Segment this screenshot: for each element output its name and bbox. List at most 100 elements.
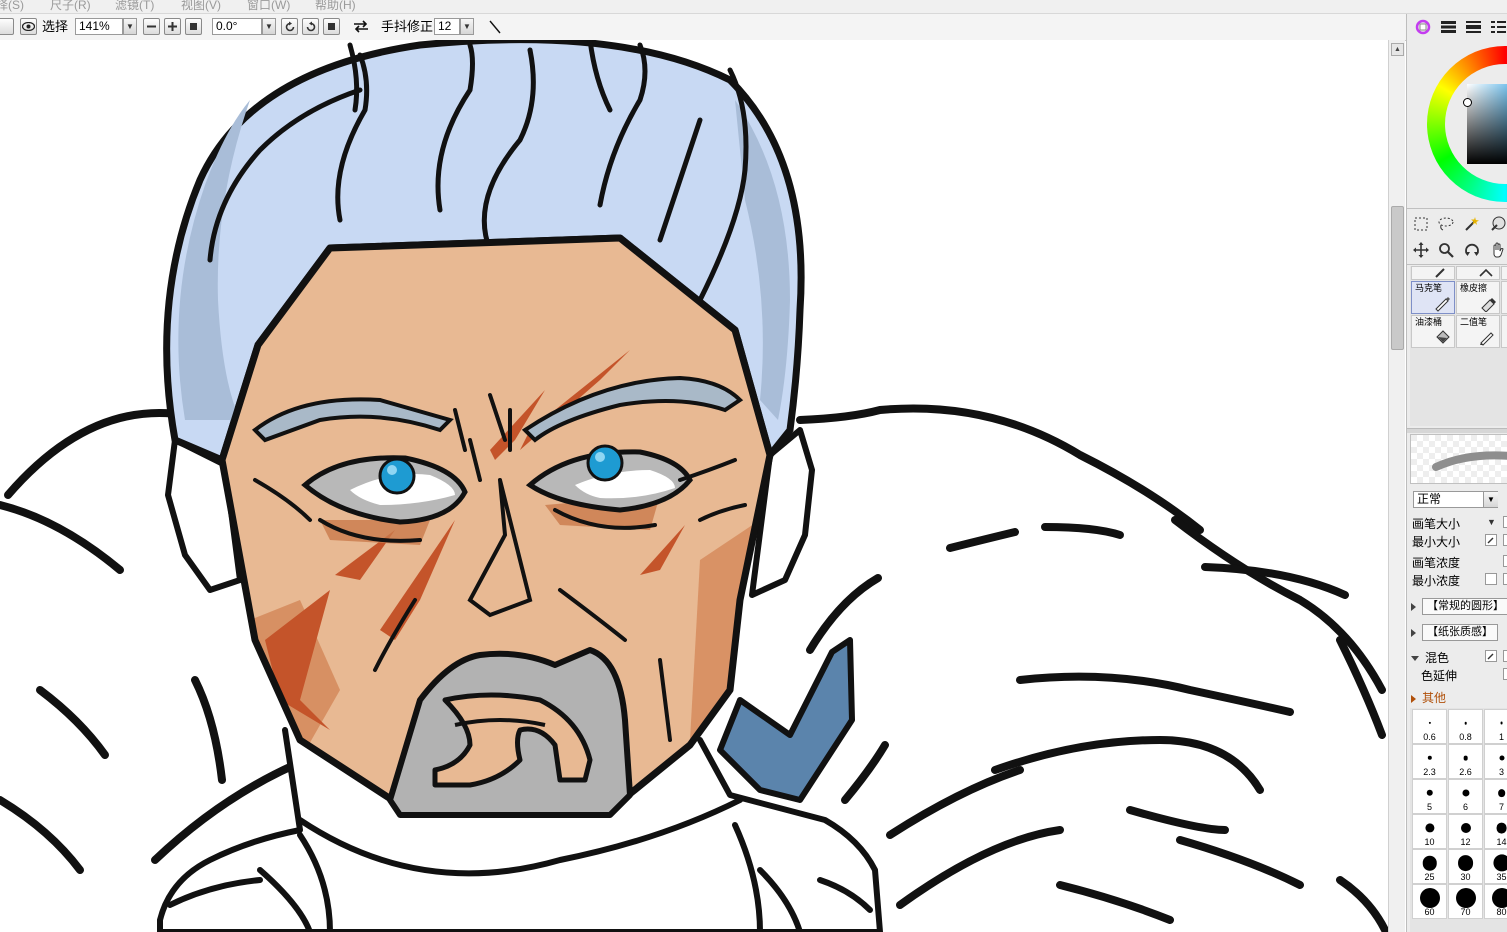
brush-marker[interactable]: 马克笔 [1411, 281, 1455, 314]
brush-size-option[interactable]: 7 [1484, 779, 1507, 814]
panel-splitter[interactable] [1407, 428, 1507, 433]
brush-size-option[interactable]: 3 [1484, 744, 1507, 779]
rgb-sliders-tab-icon[interactable] [1439, 18, 1457, 36]
scroll-up-icon[interactable]: ▲ [1391, 43, 1404, 56]
drawing-canvas[interactable] [0, 40, 1388, 932]
color-extend-field[interactable] [1503, 668, 1507, 680]
binary-pen-icon [1480, 332, 1494, 346]
brush-eraser[interactable]: 橡皮擦 [1456, 281, 1500, 314]
mix-row: 混色 [1411, 649, 1449, 666]
blend-mode-dropdown-icon[interactable]: ▼ [1483, 492, 1498, 507]
brush-size-dropdown-icon[interactable]: ▼ [1487, 517, 1496, 527]
brush-size-option[interactable]: 70 [1448, 884, 1483, 919]
brush-size-option[interactable]: 6 [1448, 779, 1483, 814]
menu-view[interactable]: 视图(V) [181, 0, 221, 13]
brush-texture-button[interactable]: 【纸张质感】 [1422, 624, 1498, 641]
brush-size-option[interactable]: 30 [1448, 849, 1483, 884]
brush-size-label: 画笔大小 [1412, 517, 1461, 531]
zoom-field[interactable]: 141% [75, 18, 123, 35]
hsv-sliders-tab-icon[interactable] [1464, 18, 1482, 36]
layer-toggle-button[interactable] [0, 18, 14, 35]
brush-size-dot [1461, 789, 1470, 797]
brush-size-value: 25 [1424, 872, 1435, 882]
brush-size-option[interactable]: 25 [1412, 849, 1447, 884]
rotation-field[interactable]: 0.0° [212, 18, 262, 35]
brush-texture-row: 【纸张质感】 [1411, 624, 1498, 641]
lasso-icon[interactable] [1435, 213, 1457, 235]
collapse-mix-icon[interactable] [1411, 656, 1419, 662]
rect-select-icon[interactable] [1410, 213, 1432, 235]
menu-ruler[interactable]: 尺子(R) [50, 0, 91, 13]
brush-slot-extra[interactable] [1501, 266, 1507, 280]
marker-icon [1435, 297, 1450, 312]
density-field[interactable] [1503, 555, 1507, 567]
min-density-field[interactable] [1503, 573, 1507, 585]
brush-slot-pen[interactable] [1411, 266, 1455, 280]
brush-size-option[interactable]: 0.8 [1448, 709, 1483, 744]
zoom-out-button[interactable] [143, 18, 160, 35]
rotate-right-icon[interactable] [302, 18, 319, 35]
brush-size-option[interactable]: 5 [1412, 779, 1447, 814]
color-wheel-tab-icon[interactable] [1414, 18, 1432, 36]
brush-slot-airbrush[interactable] [1456, 266, 1500, 280]
zoom-in-button[interactable] [164, 18, 181, 35]
brush-size-option[interactable]: 14 [1484, 814, 1507, 849]
brush-size-option[interactable]: 10 [1412, 814, 1447, 849]
brush-size-option[interactable]: 80 [1484, 884, 1507, 919]
mix-field[interactable] [1503, 650, 1507, 662]
brush-size-dot [1428, 721, 1431, 725]
zoom-reset-button[interactable] [185, 18, 202, 35]
color-picker-handle[interactable] [1463, 98, 1472, 107]
brush-size-value: 3 [1498, 767, 1504, 777]
rotation-dropdown-icon[interactable]: ▼ [262, 18, 276, 35]
stabilizer-label: 手抖修正 [381, 19, 434, 34]
vertical-scrollbar[interactable]: ▲ [1388, 40, 1405, 932]
brush-size-option[interactable]: 60 [1412, 884, 1447, 919]
magic-wand-icon[interactable] [1461, 213, 1483, 235]
min-size-field[interactable] [1503, 534, 1507, 546]
stabilizer-field[interactable]: 12 [434, 18, 460, 35]
rotation-reset-button[interactable] [323, 18, 340, 35]
brush-size-option[interactable]: 35 [1484, 849, 1507, 884]
brush-binary-pen[interactable]: 二值笔 [1456, 315, 1500, 348]
brush-bucket[interactable]: 油漆桶 [1411, 315, 1455, 348]
brush-size-option[interactable]: 12 [1448, 814, 1483, 849]
rotate-left-icon[interactable] [281, 18, 298, 35]
rotate-icon[interactable] [1461, 239, 1483, 261]
brush-size-dot [1419, 888, 1440, 908]
brush-size-option[interactable]: 1 [1484, 709, 1507, 744]
eye-icon[interactable] [20, 18, 37, 35]
zoom-dropdown-icon[interactable]: ▼ [123, 18, 137, 35]
paint-bucket-icon [1436, 330, 1450, 344]
straight-line-icon[interactable] [486, 18, 504, 35]
brush-marker-label: 马克笔 [1415, 283, 1443, 293]
min-density-checkbox[interactable] [1485, 573, 1497, 585]
brush-size-field[interactable] [1503, 516, 1507, 528]
expand-shape-icon[interactable] [1411, 602, 1416, 611]
expand-texture-icon[interactable] [1411, 628, 1416, 637]
menu-window[interactable]: 窗口(W) [247, 0, 290, 13]
brush-slot-extra-2[interactable] [1501, 281, 1507, 314]
zoom-icon[interactable] [1435, 239, 1457, 261]
brush-size-grid: 0.6 0.8 1 2.3 2.6 3 5 6 7 10 12 14 25 30 35 60 70 80 [1410, 708, 1507, 932]
menu-help[interactable]: 帮助(H) [315, 0, 356, 13]
menu-select[interactable]: 择(S) [0, 0, 24, 13]
min-size-pressure-icon[interactable] [1485, 534, 1497, 546]
brush-size-option[interactable]: 0.6 [1412, 709, 1447, 744]
brush-slot-extra-3[interactable] [1501, 315, 1507, 348]
saturation-value-square[interactable] [1467, 84, 1507, 164]
brush-size-option[interactable]: 2.6 [1448, 744, 1483, 779]
select-pen-icon[interactable] [1487, 213, 1507, 235]
swatches-tab-icon[interactable] [1489, 18, 1507, 36]
hand-icon[interactable] [1487, 239, 1507, 261]
brush-size-option[interactable]: 2.3 [1412, 744, 1447, 779]
menu-filter[interactable]: 滤镜(T) [115, 0, 154, 13]
brush-size-dot [1422, 855, 1437, 871]
stabilizer-dropdown-icon[interactable]: ▼ [460, 18, 474, 35]
scroll-thumb[interactable] [1391, 206, 1404, 350]
mix-pressure-icon[interactable] [1485, 650, 1497, 662]
expand-other-icon[interactable] [1411, 694, 1416, 703]
flip-horizontal-icon[interactable] [352, 18, 370, 35]
brush-shape-button[interactable]: 【常规的圆形】 [1422, 598, 1507, 615]
move-icon[interactable] [1410, 239, 1432, 261]
